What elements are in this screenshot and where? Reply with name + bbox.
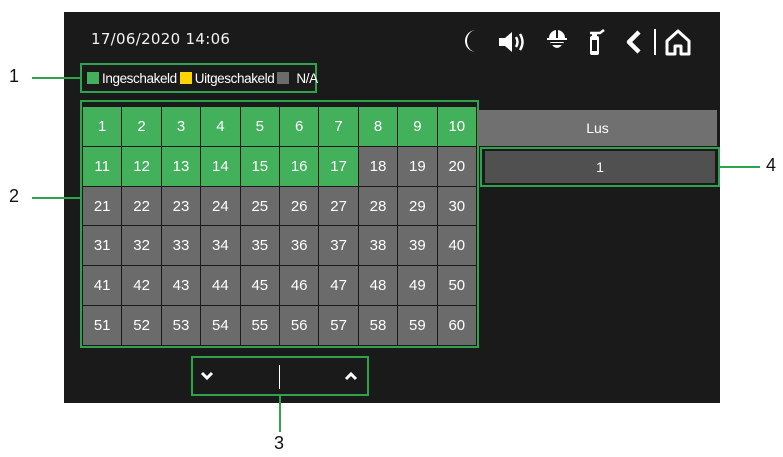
loop-cell[interactable]: 32 bbox=[122, 226, 161, 266]
loop-cell[interactable]: 20 bbox=[437, 146, 476, 186]
loop-cell[interactable]: 1 bbox=[83, 107, 122, 146]
callout-number-3: 3 bbox=[274, 433, 285, 453]
legend-label: N/A bbox=[296, 70, 318, 86]
legend-label: Ingeschakeld bbox=[102, 70, 177, 86]
loop-cell[interactable]: 46 bbox=[280, 266, 319, 306]
loop-cell[interactable]: 45 bbox=[240, 266, 279, 306]
loop-cell[interactable]: 24 bbox=[201, 186, 240, 226]
loop-cell[interactable]: 50 bbox=[437, 266, 476, 306]
home-icon[interactable] bbox=[664, 28, 692, 56]
loop-cell[interactable]: 11 bbox=[83, 146, 122, 186]
loop-cell[interactable]: 8 bbox=[358, 107, 398, 146]
loop-cell[interactable]: 17 bbox=[319, 146, 358, 186]
loop-cell[interactable]: 49 bbox=[398, 266, 437, 306]
loop-cell[interactable]: 38 bbox=[358, 226, 398, 266]
loop-cell[interactable]: 60 bbox=[437, 306, 476, 345]
loop-cell[interactable]: 16 bbox=[280, 146, 319, 186]
chevron-up-icon[interactable] bbox=[344, 369, 358, 383]
loop-cell[interactable]: 57 bbox=[319, 306, 358, 345]
loop-cell[interactable]: 59 bbox=[398, 306, 437, 345]
loop-cell[interactable]: 5 bbox=[240, 107, 279, 146]
lus-value-row[interactable]: 1 bbox=[485, 151, 715, 183]
loop-cell[interactable]: 41 bbox=[83, 266, 122, 306]
loop-cell[interactable]: 56 bbox=[280, 306, 319, 345]
loop-cell[interactable]: 51 bbox=[83, 306, 122, 345]
icon-separator bbox=[654, 29, 656, 55]
pager-highlight-frame bbox=[191, 356, 369, 396]
loop-cell[interactable]: 6 bbox=[280, 107, 319, 146]
loop-cell[interactable]: 36 bbox=[280, 226, 319, 266]
loop-cell[interactable]: 29 bbox=[398, 186, 437, 226]
loop-cell[interactable]: 25 bbox=[240, 186, 279, 226]
legend-swatch bbox=[277, 72, 290, 84]
loop-cell[interactable]: 39 bbox=[398, 226, 437, 266]
loop-cell[interactable]: 30 bbox=[437, 186, 476, 226]
loop-cell[interactable]: 35 bbox=[240, 226, 279, 266]
loop-cell[interactable]: 10 bbox=[437, 107, 476, 146]
callout-line-1 bbox=[32, 77, 80, 79]
moon-icon[interactable] bbox=[461, 28, 483, 54]
callout-number-1: 1 bbox=[9, 66, 20, 86]
back-icon[interactable] bbox=[625, 29, 643, 55]
speaker-icon[interactable] bbox=[497, 29, 529, 55]
lus-header: Lus bbox=[478, 110, 717, 146]
loop-cell[interactable]: 31 bbox=[83, 226, 122, 266]
datetime-display: 17/06/2020 14:06 bbox=[91, 30, 231, 48]
chevron-down-icon[interactable] bbox=[200, 369, 214, 383]
loop-cell[interactable]: 37 bbox=[319, 226, 358, 266]
loop-cell[interactable]: 9 bbox=[398, 107, 437, 146]
loop-cell[interactable]: 2 bbox=[122, 107, 161, 146]
loop-cell[interactable]: 48 bbox=[358, 266, 398, 306]
loop-cell[interactable]: 4 bbox=[201, 107, 240, 146]
loop-cell[interactable]: 27 bbox=[319, 186, 358, 226]
loop-cell[interactable]: 40 bbox=[437, 226, 476, 266]
loop-cell[interactable]: 3 bbox=[161, 107, 201, 146]
callout-line-4 bbox=[720, 166, 760, 168]
loop-cell[interactable]: 53 bbox=[161, 306, 201, 345]
legend-item-enabled: Ingeschakeld bbox=[87, 71, 177, 86]
loop-cell[interactable]: 13 bbox=[161, 146, 201, 186]
loop-cell[interactable]: 15 bbox=[240, 146, 279, 186]
loop-cell[interactable]: 12 bbox=[122, 146, 161, 186]
loop-cell[interactable]: 34 bbox=[201, 226, 240, 266]
loop-cell[interactable]: 52 bbox=[122, 306, 161, 345]
loop-cell[interactable]: 43 bbox=[161, 266, 201, 306]
loop-cell[interactable]: 44 bbox=[201, 266, 240, 306]
legend-item-disabled: Uitgeschakeld bbox=[179, 70, 275, 86]
loop-cell[interactable]: 19 bbox=[398, 146, 437, 186]
legend-swatch bbox=[179, 72, 192, 84]
loop-cell[interactable]: 22 bbox=[122, 186, 161, 226]
loop-cell[interactable]: 33 bbox=[161, 226, 201, 266]
loop-cell[interactable]: 23 bbox=[161, 186, 201, 226]
legend: Ingeschakeld Uitgeschakeld N/A bbox=[80, 63, 318, 93]
legend-item-na: N/A bbox=[277, 70, 318, 86]
loop-cell[interactable]: 42 bbox=[122, 266, 161, 306]
loop-cell[interactable]: 14 bbox=[201, 146, 240, 186]
callout-line-2 bbox=[32, 197, 80, 199]
callout-number-4: 4 bbox=[766, 155, 777, 175]
callout-number-2: 2 bbox=[9, 186, 20, 206]
loop-cell[interactable]: 54 bbox=[201, 306, 240, 345]
loop-cell[interactable]: 55 bbox=[240, 306, 279, 345]
pager-separator bbox=[279, 365, 280, 389]
legend-label: Uitgeschakeld bbox=[194, 70, 275, 86]
loop-cell[interactable]: 21 bbox=[83, 186, 122, 226]
helmet-icon[interactable] bbox=[546, 27, 568, 55]
loop-cell[interactable]: 26 bbox=[280, 186, 319, 226]
loop-cell[interactable]: 58 bbox=[358, 306, 398, 345]
figure: 17/06/2020 14:06 Ingeschakeld Uitgeschak… bbox=[0, 0, 783, 457]
loop-cell[interactable]: 18 bbox=[358, 146, 398, 186]
loop-grid: 1 2 3 4 5 6 7 8 9 10 11 12 13 14 15 16 17 18 19 20 21 22 23 24 2… bbox=[83, 107, 476, 345]
loop-cell[interactable]: 47 bbox=[319, 266, 358, 306]
legend-swatch bbox=[87, 72, 99, 84]
callout-line-3 bbox=[279, 396, 281, 432]
loop-cell[interactable]: 7 bbox=[319, 107, 358, 146]
loop-cell[interactable]: 28 bbox=[358, 186, 398, 226]
extinguisher-icon[interactable] bbox=[586, 26, 606, 56]
